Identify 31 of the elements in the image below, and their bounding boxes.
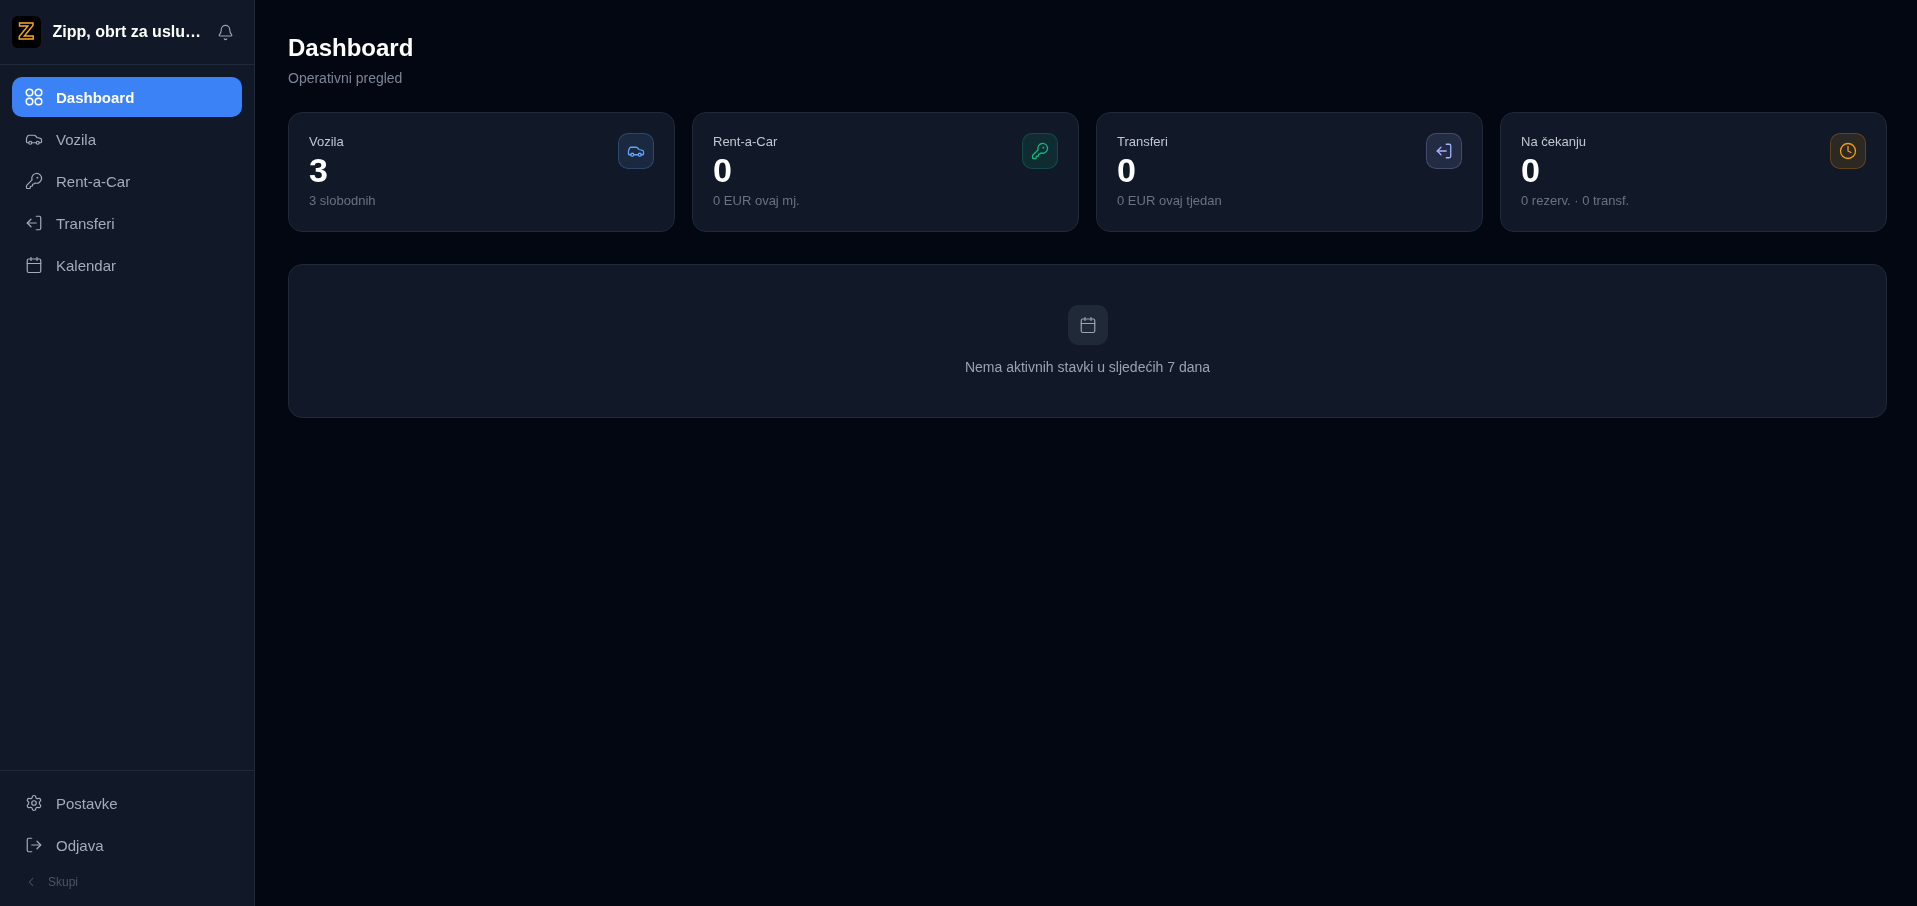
calendar-icon bbox=[1067, 305, 1108, 345]
calendar-icon bbox=[25, 256, 43, 274]
stat-note: 0 EUR ovaj tjedan bbox=[1117, 192, 1222, 210]
logout-icon bbox=[25, 836, 43, 854]
stat-label: Na čekanju bbox=[1521, 133, 1587, 151]
nav-item[interactable]: Vozila bbox=[12, 119, 242, 159]
nav-item[interactable]: Dashboard bbox=[12, 77, 242, 117]
nav-item[interactable]: Transferi bbox=[12, 203, 242, 243]
nav-item[interactable]: Postavke bbox=[12, 783, 242, 823]
app-logo: Z bbox=[12, 16, 41, 48]
stat-note: 0 rezerv. · 0 transf. bbox=[1521, 192, 1630, 210]
stat-value: 0 bbox=[1521, 151, 1540, 189]
stat-label: Rent-a-Car bbox=[713, 133, 778, 151]
stat-value: 0 bbox=[1117, 151, 1136, 189]
page-title: Dashboard bbox=[288, 33, 415, 63]
stat-note: 0 EUR ovaj mj. bbox=[713, 192, 800, 210]
nav-item[interactable]: Kalendar bbox=[12, 245, 242, 285]
stat-value: 3 bbox=[309, 151, 328, 189]
stat-label: Vozila bbox=[309, 133, 344, 151]
empty-message: Nema aktivnih stavki u sljedećih 7 dana bbox=[964, 358, 1211, 377]
bell-icon bbox=[217, 23, 234, 41]
page-subtitle: Operativni pregled bbox=[288, 69, 404, 88]
stat-value: 0 bbox=[713, 151, 732, 189]
key-icon bbox=[25, 172, 43, 190]
settings-icon bbox=[25, 794, 43, 812]
stat-note: 3 slobodnih bbox=[309, 192, 376, 210]
stat-label: Transferi bbox=[1117, 133, 1168, 151]
grid-icon bbox=[25, 88, 43, 106]
company-name: Zipp, obrt za uslu… bbox=[52, 23, 201, 41]
nav-item[interactable]: Rent-a-Car bbox=[12, 161, 242, 201]
nav-item[interactable]: Odjava bbox=[12, 825, 242, 865]
